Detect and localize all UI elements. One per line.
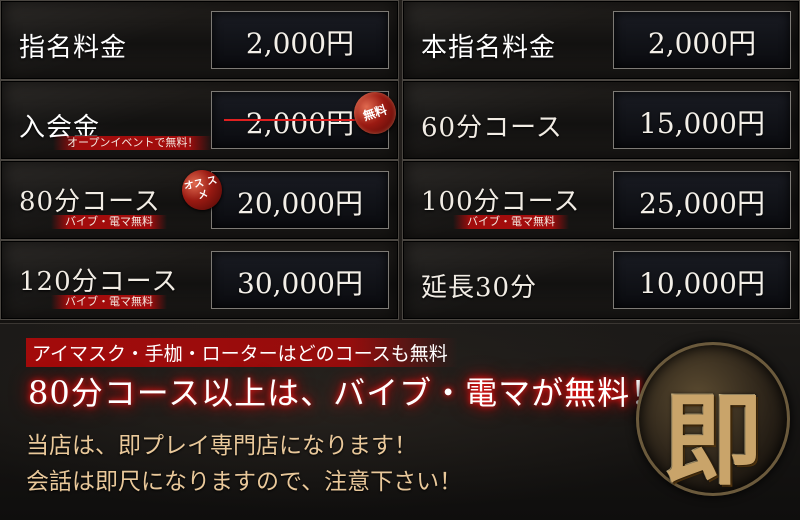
strikethrough-line <box>224 119 374 121</box>
price-value: 2,000円 <box>647 27 757 60</box>
price-label: 本指名料金 <box>421 33 557 63</box>
price-row-60min: 60分コース 15,000円 <box>402 80 800 160</box>
price-label: 延長30分 <box>421 273 538 303</box>
event-free-note: オープンイベントで無料！ <box>53 136 213 150</box>
shop-notice-line: 当店は、即プレイ専門店になります！ <box>26 433 417 459</box>
price-list-panel: 指名料金 2,000円 本指名料金 2,000円 入会金 2,000円 オープン… <box>0 0 800 520</box>
price-box: 2,000円 <box>211 11 389 69</box>
price-value: 30,000円 <box>237 267 363 300</box>
price-value: 10,000円 <box>639 267 765 300</box>
price-row-120min: 120分コース 30,000円 バイブ・電マ無料 <box>0 240 399 320</box>
price-box: 10,000円 <box>613 251 791 309</box>
price-label: 80分コース <box>19 187 161 217</box>
price-box: 2,000円 <box>613 11 791 69</box>
soku-medal-icon: 即 <box>636 342 790 499</box>
free-options-note: バイブ・電マ無料 <box>453 215 569 229</box>
price-value: 20,000円 <box>237 187 363 220</box>
free-items-banner: アイマスク・手枷・ローターはどのコースも無料 <box>26 338 458 367</box>
price-box: 25,000円 <box>613 171 791 229</box>
medal-character: 即 <box>663 381 763 499</box>
price-value: 15,000円 <box>639 107 765 140</box>
free-options-note: バイブ・電マ無料 <box>51 215 167 229</box>
price-row-shimei: 指名料金 2,000円 <box>0 0 399 80</box>
free-options-note: バイブ・電マ無料 <box>51 295 167 309</box>
price-box: 15,000円 <box>613 91 791 149</box>
shop-notice-line: 会話は即尺になりますので、注意下さい！ <box>26 469 463 495</box>
free-options-headline: 80分コース以上は、バイブ・電マが無料！ <box>28 374 664 412</box>
price-row-nyukaikin: 入会金 2,000円 オープンイベントで無料！ <box>0 80 399 160</box>
price-label: 100分コース <box>421 187 581 217</box>
price-row-honshimei: 本指名料金 2,000円 <box>402 0 800 80</box>
price-label: 指名料金 <box>19 33 128 63</box>
price-value: 2,000円 <box>245 27 355 60</box>
price-row-extension: 延長30分 10,000円 <box>402 240 800 320</box>
price-label: 60分コース <box>421 113 563 143</box>
price-label: 120分コース <box>19 267 179 297</box>
price-row-100min: 100分コース 25,000円 バイブ・電マ無料 <box>402 160 800 240</box>
price-box: 20,000円 <box>211 171 389 229</box>
price-box: 30,000円 <box>211 251 389 309</box>
price-value: 25,000円 <box>639 187 765 220</box>
